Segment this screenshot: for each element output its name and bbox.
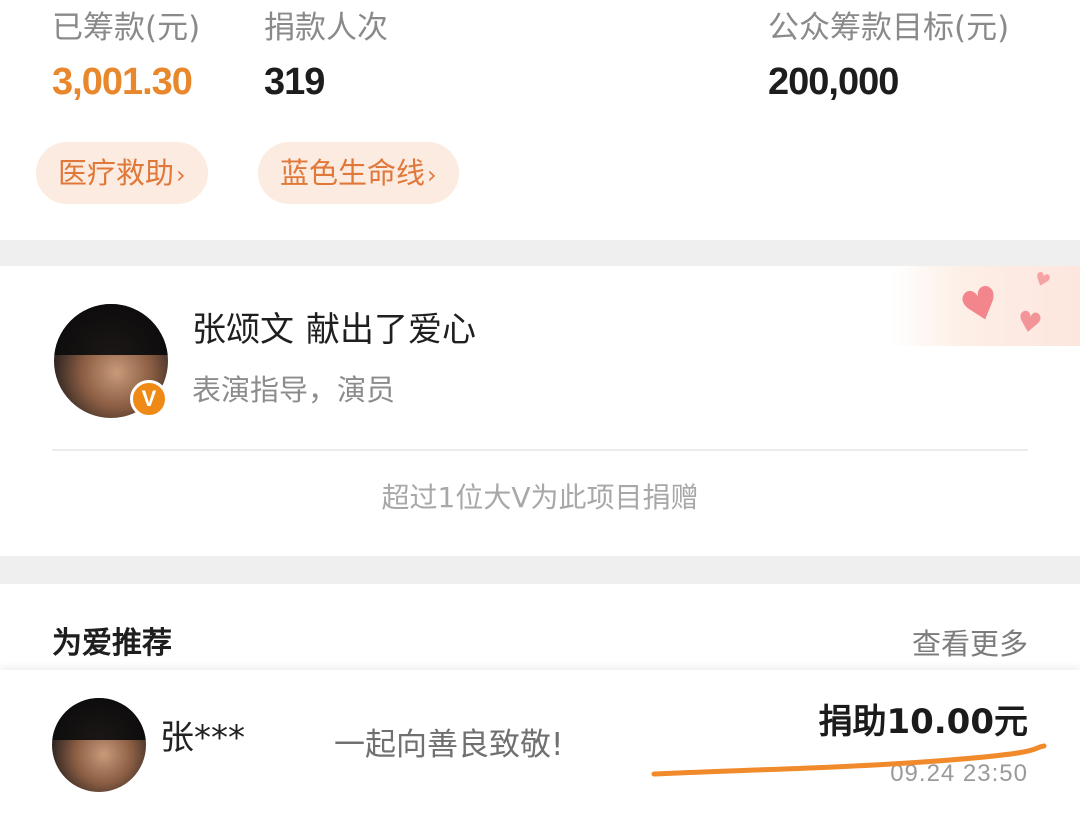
celebrity-action: 献出了爱心 — [306, 310, 476, 350]
goal-label: 公众筹款目标(元) — [768, 10, 1010, 46]
goal-value: 200,000 — [768, 61, 899, 103]
celebrity-donation-card[interactable]: ♥ ♥ ♥ V 张颂文 献出了爱心 表演指导，演员 超过1位大V为此项目捐赠 — [0, 266, 1080, 556]
fundraising-stats: 已筹款(元) 3,001.30 捐款人次 319 公众筹款目标(元) 200,0… — [0, 0, 1080, 240]
chevron-right-icon: › — [427, 161, 437, 189]
donation-record[interactable]: 张*** 一起向善良致敬! 捐助10.00元 09.24 23:50 — [0, 670, 1080, 817]
tag-medical-aid[interactable]: 医疗救助› — [36, 142, 208, 204]
tag-blue-lifeline[interactable]: 蓝色生命线› — [258, 142, 459, 204]
tag-label: 医疗救助 — [58, 156, 175, 190]
celebrity-headline: 张颂文 献出了爱心 — [192, 308, 476, 352]
celebrity-name[interactable]: 张颂文 — [192, 310, 294, 350]
donor-avatar[interactable] — [52, 698, 146, 792]
tag-label: 蓝色生命线 — [280, 156, 426, 190]
recommend-title: 为爱推荐 — [52, 626, 172, 661]
donation-message: 一起向善良致敬! — [334, 727, 564, 763]
chevron-right-icon: › — [176, 161, 186, 189]
section-separator — [0, 556, 1080, 584]
section-separator — [0, 240, 1080, 266]
donor-name: 张*** — [160, 718, 245, 758]
donation-amount: 捐助10.00元 — [818, 702, 1028, 742]
verified-v-icon: V — [130, 380, 168, 418]
goal-stat: 公众筹款目标(元) 200,000 — [768, 8, 1009, 106]
recommend-header: 为爱推荐 查看更多 — [0, 584, 1080, 670]
heart-icon: ♥ — [1014, 304, 1045, 341]
heart-icon: ♥ — [1030, 267, 1054, 294]
donors-stat: 捐款人次 319 — [264, 8, 388, 106]
heart-icon: ♥ — [953, 275, 1007, 336]
raised-value: 3,001.30 — [52, 61, 193, 103]
donors-label: 捐款人次 — [264, 10, 388, 46]
raised-stat: 已筹款(元) 3,001.30 — [52, 8, 200, 106]
celebrity-title: 表演指导，演员 — [192, 373, 396, 407]
big-v-donors-note[interactable]: 超过1位大V为此项目捐赠 — [0, 478, 1080, 518]
hearts-decoration: ♥ ♥ ♥ — [890, 266, 1080, 346]
raised-label: 已筹款(元) — [52, 10, 201, 46]
donation-time: 09.24 23:50 — [890, 760, 1028, 787]
donors-value: 319 — [264, 61, 325, 103]
view-more-link[interactable]: 查看更多 — [912, 624, 1028, 664]
divider — [52, 449, 1028, 451]
